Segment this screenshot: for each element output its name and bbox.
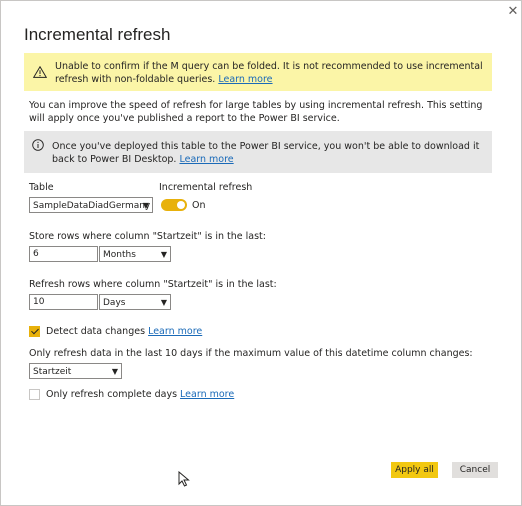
refresh-period-input[interactable]: 10 [29, 294, 98, 310]
apply-all-button[interactable]: Apply all [391, 462, 438, 478]
incremental-refresh-dialog: ✕ Incremental refresh Unable to confirm … [0, 0, 522, 506]
store-unit-value: Months [103, 250, 136, 260]
refresh-unit-value: Days [103, 298, 126, 308]
detect-data-changes-label: Detect data changes Learn more [46, 326, 202, 337]
store-rows-label: Store rows where column "Startzeit" is i… [29, 231, 266, 242]
table-label: Table [29, 182, 54, 193]
warning-learn-more-link[interactable]: Learn more [218, 74, 272, 85]
chevron-down-icon: ▼ [142, 201, 149, 210]
complete-days-checkbox[interactable] [29, 389, 40, 400]
incremental-refresh-toggle[interactable] [161, 199, 187, 211]
cancel-button[interactable]: Cancel [452, 462, 498, 478]
complete-days-label: Only refresh complete days Learn more [46, 389, 234, 400]
incremental-refresh-label: Incremental refresh [159, 182, 253, 193]
refresh-unit-select[interactable]: Days ▼ [99, 294, 171, 310]
mouse-cursor-icon [178, 471, 190, 487]
warning-banner: Unable to confirm if the M query can be … [24, 53, 492, 91]
info-icon [32, 139, 44, 151]
detect-column-select[interactable]: Startzeit ▼ [29, 363, 122, 379]
table-select-value: SampleDataDiadGermany [33, 201, 151, 211]
complete-days-text: Only refresh complete days [46, 389, 178, 400]
toggle-state-label: On [192, 200, 206, 211]
chevron-down-icon: ▼ [160, 298, 167, 307]
complete-days-learn-more-link[interactable]: Learn more [180, 389, 234, 400]
chevron-down-icon: ▼ [111, 367, 118, 376]
store-period-value: 6 [33, 249, 39, 259]
refresh-rows-label: Refresh rows where column "Startzeit" is… [29, 279, 277, 290]
info-message: Once you've deployed this table to the P… [52, 141, 480, 165]
info-banner: Once you've deployed this table to the P… [24, 131, 492, 173]
toggle-knob [177, 201, 185, 209]
dialog-title: Incremental refresh [24, 25, 171, 44]
warning-text: Unable to confirm if the M query can be … [55, 60, 485, 86]
detect-data-changes-text: Detect data changes [46, 326, 146, 337]
store-unit-select[interactable]: Months ▼ [99, 246, 171, 262]
close-icon[interactable]: ✕ [506, 5, 520, 19]
info-text: Once you've deployed this table to the P… [52, 140, 484, 166]
store-period-input[interactable]: 6 [29, 246, 98, 262]
detect-column-value: Startzeit [33, 367, 72, 377]
description-text: You can improve the speed of refresh for… [29, 100, 483, 124]
detect-learn-more-link[interactable]: Learn more [148, 326, 202, 337]
refresh-period-value: 10 [33, 297, 45, 307]
detect-column-label: Only refresh data in the last 10 days if… [29, 348, 473, 359]
chevron-down-icon: ▼ [160, 250, 167, 259]
info-learn-more-link[interactable]: Learn more [179, 154, 233, 165]
warning-icon [33, 66, 47, 78]
detect-data-changes-checkbox[interactable] [29, 326, 40, 337]
table-select[interactable]: SampleDataDiadGermany ▼ [29, 197, 153, 213]
